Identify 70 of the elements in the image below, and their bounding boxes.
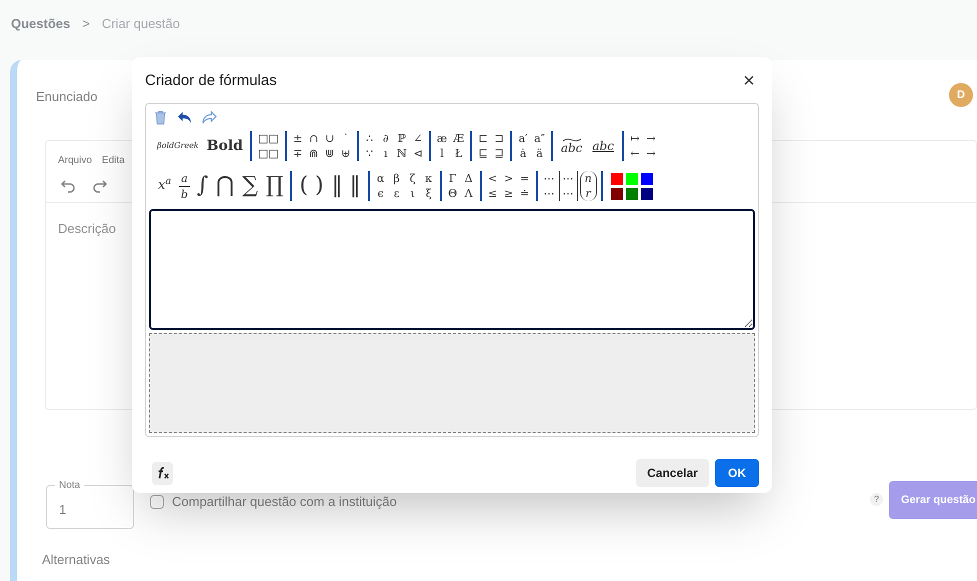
breadcrumb-separator: > xyxy=(82,15,90,33)
symbol-button[interactable]: > ≥ xyxy=(502,171,516,201)
symbol-button[interactable]: □□ □□ xyxy=(256,131,281,161)
symbol-button[interactable]: Bold xyxy=(204,139,246,153)
symbol-button[interactable]: ∫ xyxy=(194,175,212,197)
symbol-button[interactable]: a′ ȧ xyxy=(516,131,530,161)
tilde-icon xyxy=(562,138,582,142)
symbol-button[interactable]: ∩ ⋒ xyxy=(306,131,321,161)
symbol-button[interactable]: ∏ xyxy=(262,175,286,197)
symbol-button[interactable]: æ l xyxy=(434,131,450,161)
help-icon[interactable]: ? xyxy=(870,493,883,506)
symbol-button[interactable]: ⋯ ⋯ xyxy=(558,171,578,201)
symbol-button[interactable]: κ ξ xyxy=(422,171,436,201)
symbol-button[interactable]: a″ ä xyxy=(532,131,547,161)
menu-item[interactable]: Arquivo xyxy=(58,153,92,168)
color-swatch[interactable] xyxy=(610,188,623,200)
section-title: Alternativas xyxy=(42,551,110,569)
field-value: 1 xyxy=(59,501,66,519)
symbol-button[interactable]: ⊐ ⊒ xyxy=(492,131,506,161)
symbol-button[interactable]: ⋯ ⋯ xyxy=(542,171,557,201)
symbol-button[interactable]: ∪ ⋓ xyxy=(322,131,337,161)
checkbox-label: Compartilhar questão com a instituição xyxy=(172,493,397,511)
function-icon[interactable] xyxy=(152,462,173,484)
symbol-button[interactable]: ⋂ xyxy=(213,175,238,197)
checkbox[interactable] xyxy=(150,494,164,509)
symbol-button[interactable]: ± ∓ xyxy=(290,131,305,161)
symbol-button[interactable]: n r xyxy=(580,171,597,201)
symbol-button[interactable]: x$^{a}$ xyxy=(154,176,176,196)
redo-icon[interactable] xyxy=(202,111,217,124)
color-swatch[interactable] xyxy=(626,172,638,184)
symbol-button[interactable]: ↦ ← xyxy=(628,131,642,161)
color-swatch[interactable] xyxy=(640,188,653,200)
dialog-title: Criador de fórmulas xyxy=(145,70,277,91)
symbol-button[interactable]: ˙ ⊎ xyxy=(338,131,353,161)
symbol-button[interactable]: β ε xyxy=(390,171,404,201)
trash-icon[interactable] xyxy=(154,110,167,125)
symbol-button[interactable]: → → xyxy=(644,131,658,161)
symbol-button[interactable]: = ≐ xyxy=(518,171,532,201)
color-swatch[interactable] xyxy=(626,188,638,200)
symbol-button[interactable]: ‖ ‖ xyxy=(328,175,364,197)
symbol-button[interactable]: Γ Θ xyxy=(446,171,460,201)
symbol-button[interactable]: βoldGreek xyxy=(154,142,202,150)
description-placeholder: Descrição xyxy=(58,221,116,236)
symbol-button[interactable]: ℙ ℕ xyxy=(394,131,409,161)
undo-icon[interactable] xyxy=(177,111,192,124)
symbol-button[interactable]: ( ) xyxy=(296,175,327,197)
symbol-button[interactable]: abc xyxy=(556,138,586,154)
redo-icon[interactable] xyxy=(92,178,108,194)
symbol-button[interactable]: ∂ ı xyxy=(378,131,393,161)
symbol-button[interactable]: Δ Λ xyxy=(462,171,476,201)
symbol-button[interactable]: ζ ι xyxy=(406,171,420,201)
symbol-button[interactable]: < ≤ xyxy=(486,171,500,201)
symbol-button[interactable]: ⊏ ⊑ xyxy=(476,131,490,161)
symbol-button[interactable]: ∴ ∵ xyxy=(362,131,377,161)
breadcrumb-current: Criar questão xyxy=(102,15,180,33)
undo-icon[interactable] xyxy=(60,178,76,194)
symbol-button[interactable]: ∠ ⊲ xyxy=(410,131,425,161)
ok-button[interactable]: OK xyxy=(715,459,759,487)
color-swatch[interactable] xyxy=(640,172,653,184)
symbol-button[interactable]: α ϵ xyxy=(374,171,388,201)
symbol-button[interactable]: Æ Ł xyxy=(451,131,466,161)
symbol-button[interactable]: ∑ xyxy=(239,175,261,197)
symbol-button[interactable]: a b xyxy=(177,170,192,202)
cancel-button[interactable]: Cancelar xyxy=(636,459,709,487)
formula-input[interactable] xyxy=(149,209,755,330)
menu-item[interactable]: Edita xyxy=(102,153,125,168)
close-button[interactable]: × xyxy=(739,71,759,91)
section-title: Enunciado xyxy=(36,88,98,106)
color-swatch[interactable] xyxy=(610,172,623,184)
symbol-button[interactable]: abc xyxy=(588,140,618,152)
